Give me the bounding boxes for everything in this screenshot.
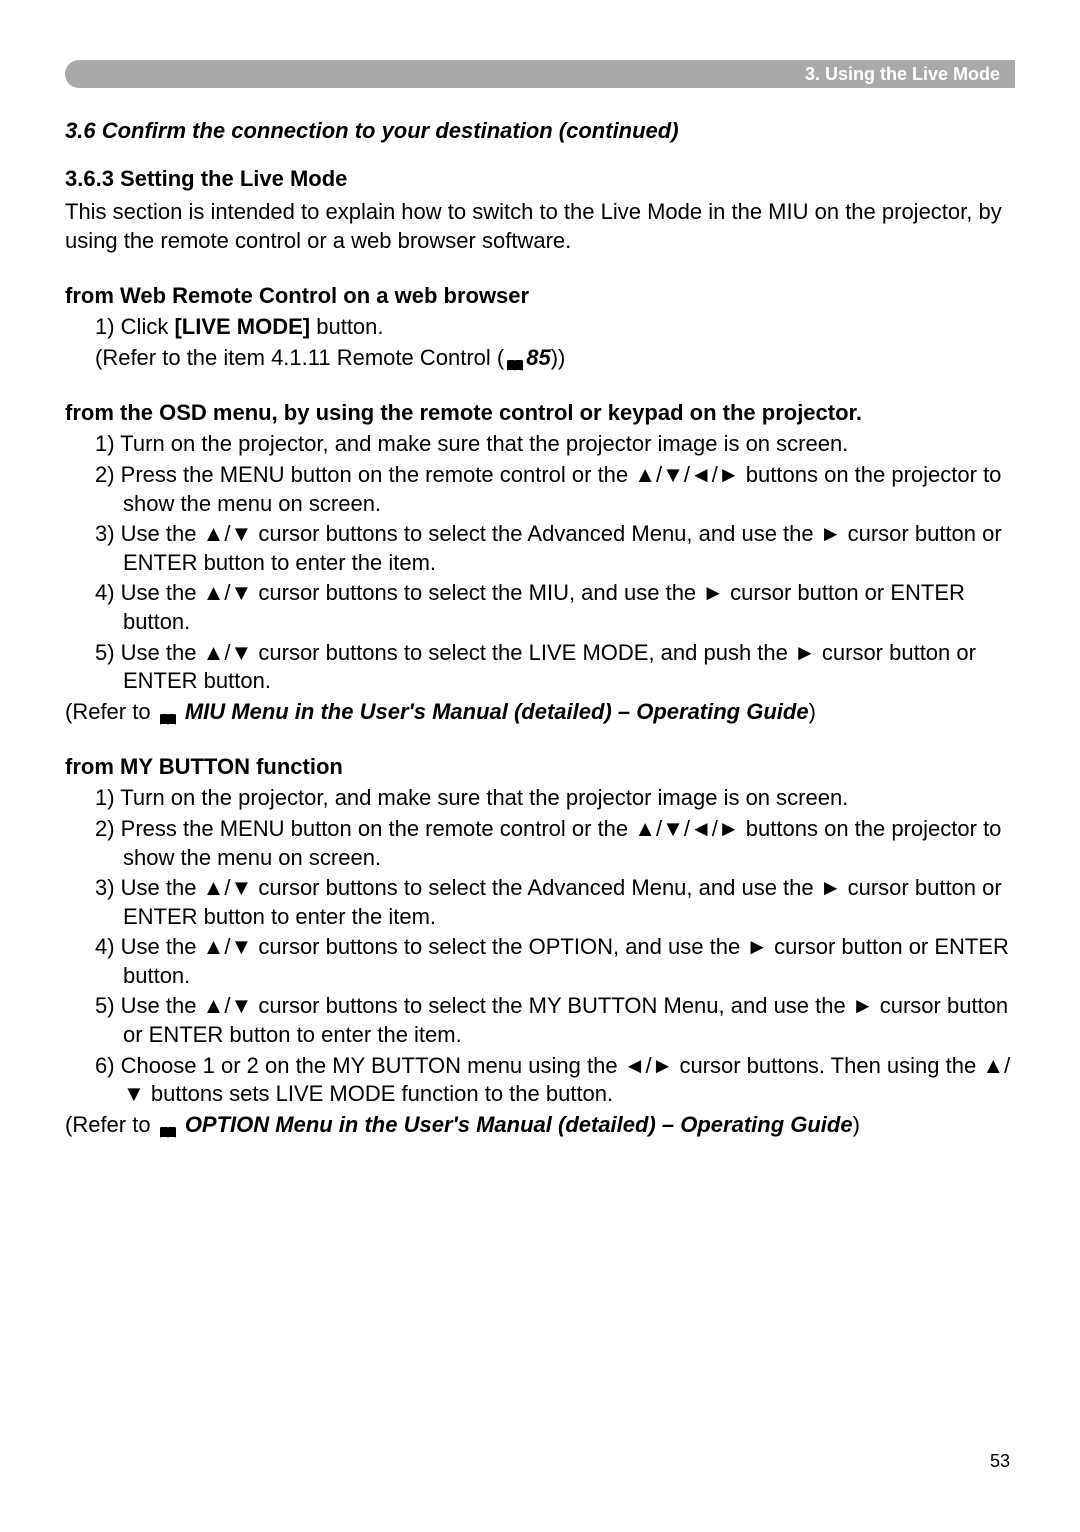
method-b-step1: 1) Turn on the projector, and make sure … xyxy=(95,430,1015,459)
book-icon xyxy=(506,352,524,366)
method-a-refer: (Refer to the item 4.1.11 Remote Control… xyxy=(65,344,1015,373)
section-title: 3.6 Confirm the connection to your desti… xyxy=(65,118,1015,144)
subsection-intro: This section is intended to explain how … xyxy=(65,198,1015,255)
method-c-step3: 3) Use the ▲/▼ cursor buttons to select … xyxy=(95,874,1015,931)
method-b-step2: 2) Press the MENU button on the remote c… xyxy=(95,461,1015,518)
method-b-step3: 3) Use the ▲/▼ cursor buttons to select … xyxy=(95,520,1015,577)
method-c-step5: 5) Use the ▲/▼ cursor buttons to select … xyxy=(95,992,1015,1049)
method-b-step4: 4) Use the ▲/▼ cursor buttons to select … xyxy=(95,579,1015,636)
header-chapter: 3. Using the Live Mode xyxy=(805,64,1000,85)
method-c-step6: 6) Choose 1 or 2 on the MY BUTTON menu u… xyxy=(95,1052,1015,1109)
method-a-title: from Web Remote Control on a web browser xyxy=(65,283,1015,309)
method-c-step2: 2) Press the MENU button on the remote c… xyxy=(95,815,1015,872)
book-icon xyxy=(159,706,177,720)
method-my-button: from MY BUTTON function 1) Turn on the p… xyxy=(65,754,1015,1139)
method-c-step1: 1) Turn on the projector, and make sure … xyxy=(95,784,1015,813)
method-osd-menu: from the OSD menu, by using the remote c… xyxy=(65,400,1015,726)
method-b-step5: 5) Use the ▲/▼ cursor buttons to select … xyxy=(95,639,1015,696)
book-icon xyxy=(159,1119,177,1133)
method-b-refer: (Refer to MIU Menu in the User's Manual … xyxy=(65,698,1015,727)
subsection-title: 3.6.3 Setting the Live Mode xyxy=(65,166,1015,192)
page-number: 53 xyxy=(990,1451,1010,1472)
method-c-step4: 4) Use the ▲/▼ cursor buttons to select … xyxy=(95,933,1015,990)
method-a-step1: 1) Click [LIVE MODE] button. xyxy=(95,313,1015,342)
method-b-title: from the OSD menu, by using the remote c… xyxy=(65,400,1015,426)
method-web-remote: from Web Remote Control on a web browser… xyxy=(65,283,1015,372)
header-bar: 3. Using the Live Mode xyxy=(65,60,1015,88)
method-c-refer: (Refer to OPTION Menu in the User's Manu… xyxy=(65,1111,1015,1140)
method-c-title: from MY BUTTON function xyxy=(65,754,1015,780)
